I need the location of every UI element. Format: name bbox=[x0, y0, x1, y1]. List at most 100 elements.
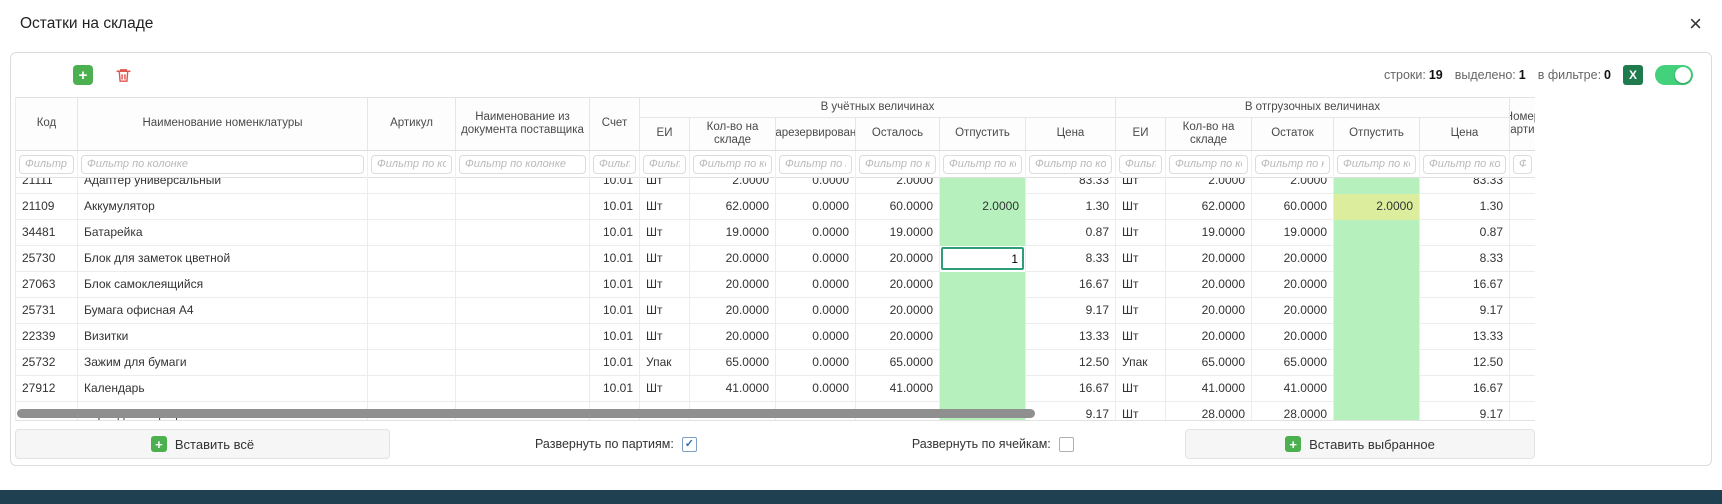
cell-code[interactable]: 34481 bbox=[16, 220, 78, 246]
cell-qty2[interactable]: 2.0000 bbox=[1166, 178, 1252, 194]
cell-qty[interactable]: 2.0000 bbox=[690, 178, 776, 194]
cell-code[interactable]: 25732 bbox=[16, 350, 78, 376]
column-filter-input[interactable] bbox=[693, 155, 772, 174]
cell-price2[interactable]: 83.33 bbox=[1420, 178, 1510, 194]
cell-price2[interactable]: 0.87 bbox=[1420, 220, 1510, 246]
column-header[interactable]: Кол-во на складе bbox=[1166, 118, 1252, 150]
cell-article[interactable] bbox=[368, 376, 456, 402]
cell-reserved[interactable]: 0.0000 bbox=[776, 220, 856, 246]
cell-name[interactable]: Аккумулятор bbox=[78, 194, 368, 220]
cell-supplier_name[interactable] bbox=[456, 220, 590, 246]
cell-unit[interactable]: Шт bbox=[640, 298, 690, 324]
cell-out2[interactable] bbox=[1334, 350, 1420, 376]
filter-toggle[interactable] bbox=[1655, 65, 1693, 85]
cell-batch[interactable] bbox=[1510, 324, 1535, 350]
cell-unit[interactable]: Шт bbox=[640, 194, 690, 220]
cell-left[interactable]: 20.0000 bbox=[856, 324, 940, 350]
cell-left2[interactable]: 60.0000 bbox=[1252, 194, 1334, 220]
cell-out2[interactable] bbox=[1334, 246, 1420, 272]
column-filter-input[interactable] bbox=[1119, 155, 1162, 174]
cell-supplier_name[interactable] bbox=[456, 376, 590, 402]
cell-account[interactable]: 10.01 bbox=[590, 272, 640, 298]
cell-supplier_name[interactable] bbox=[456, 324, 590, 350]
cell-qty2[interactable]: 20.0000 bbox=[1166, 298, 1252, 324]
cell-batch[interactable] bbox=[1510, 350, 1535, 376]
column-filter-input[interactable] bbox=[593, 155, 636, 174]
cell-article[interactable] bbox=[368, 178, 456, 194]
cell-article[interactable] bbox=[368, 220, 456, 246]
cell-name[interactable]: Блок для заметок цветной bbox=[78, 246, 368, 272]
cell-price[interactable]: 9.17 bbox=[1026, 298, 1116, 324]
column-header[interactable]: Отпустить bbox=[1334, 118, 1420, 150]
cell-price2[interactable]: 9.17 bbox=[1420, 298, 1510, 324]
cell-supplier_name[interactable] bbox=[456, 350, 590, 376]
cell-left[interactable]: 20.0000 bbox=[856, 246, 940, 272]
cell-article[interactable] bbox=[368, 324, 456, 350]
column-header[interactable]: Артикул bbox=[368, 98, 456, 150]
cell-reserved[interactable]: 0.0000 bbox=[776, 376, 856, 402]
cell-qty[interactable]: 20.0000 bbox=[690, 246, 776, 272]
cell-left[interactable]: 20.0000 bbox=[856, 298, 940, 324]
column-header[interactable]: Цена bbox=[1420, 118, 1510, 150]
cell-qty[interactable]: 65.0000 bbox=[690, 350, 776, 376]
cell-name[interactable]: Зажим для бумаги bbox=[78, 350, 368, 376]
cell-batch[interactable] bbox=[1510, 246, 1535, 272]
cell-price2[interactable]: 16.67 bbox=[1420, 272, 1510, 298]
cell-out[interactable]: 2.0000 bbox=[940, 194, 1026, 220]
column-filter-input[interactable] bbox=[1513, 155, 1532, 174]
column-filter-input[interactable] bbox=[643, 155, 686, 174]
cell-name[interactable]: Адаптер универсальный bbox=[78, 178, 368, 194]
column-filter-input[interactable] bbox=[1169, 155, 1248, 174]
cell-batch[interactable] bbox=[1510, 298, 1535, 324]
cell-out2[interactable] bbox=[1334, 324, 1420, 350]
cell-qty2[interactable]: 19.0000 bbox=[1166, 220, 1252, 246]
dispatch-qty-input[interactable] bbox=[941, 247, 1024, 270]
close-icon[interactable]: × bbox=[1689, 13, 1702, 35]
cell-unit2[interactable]: Шт bbox=[1116, 178, 1166, 194]
cell-article[interactable] bbox=[368, 246, 456, 272]
cell-left[interactable]: 60.0000 bbox=[856, 194, 940, 220]
cell-supplier_name[interactable] bbox=[456, 246, 590, 272]
cell-article[interactable] bbox=[368, 272, 456, 298]
cell-name[interactable]: Календарь bbox=[78, 376, 368, 402]
cell-reserved[interactable]: 0.0000 bbox=[776, 298, 856, 324]
cell-unit2[interactable]: Шт bbox=[1116, 324, 1166, 350]
cell-unit2[interactable]: Шт bbox=[1116, 376, 1166, 402]
cell-unit2[interactable]: Шт bbox=[1116, 220, 1166, 246]
cell-unit2[interactable]: Шт bbox=[1116, 194, 1166, 220]
cell-unit[interactable]: Шт bbox=[640, 178, 690, 194]
cell-reserved[interactable]: 0.0000 bbox=[776, 178, 856, 194]
column-header[interactable]: Осталось bbox=[856, 118, 940, 150]
cell-reserved[interactable]: 0.0000 bbox=[776, 324, 856, 350]
cell-price[interactable]: 16.67 bbox=[1026, 376, 1116, 402]
cell-out[interactable] bbox=[940, 246, 1026, 272]
column-filter-input[interactable] bbox=[1029, 155, 1112, 174]
cell-qty[interactable]: 20.0000 bbox=[690, 324, 776, 350]
column-header[interactable]: Кол-во на складе bbox=[690, 118, 776, 150]
column-header[interactable]: Счет bbox=[590, 98, 640, 150]
cell-account[interactable]: 10.01 bbox=[590, 350, 640, 376]
cell-batch[interactable] bbox=[1510, 376, 1535, 402]
cell-out[interactable] bbox=[940, 376, 1026, 402]
cell-left2[interactable]: 20.0000 bbox=[1252, 272, 1334, 298]
column-header[interactable]: Остаток bbox=[1252, 118, 1334, 150]
cell-supplier_name[interactable] bbox=[456, 178, 590, 194]
cell-unit[interactable]: Шт bbox=[640, 246, 690, 272]
cell-price2[interactable]: 12.50 bbox=[1420, 350, 1510, 376]
cell-qty[interactable]: 41.0000 bbox=[690, 376, 776, 402]
cell-qty2[interactable]: 65.0000 bbox=[1166, 350, 1252, 376]
cell-code[interactable]: 27912 bbox=[16, 376, 78, 402]
cell-unit[interactable]: Упак bbox=[640, 350, 690, 376]
cell-unit2[interactable]: Шт bbox=[1116, 272, 1166, 298]
cell-out[interactable] bbox=[940, 324, 1026, 350]
cell-left2[interactable]: 19.0000 bbox=[1252, 220, 1334, 246]
export-excel-button[interactable]: X bbox=[1623, 65, 1643, 85]
cell-unit2[interactable]: Шт bbox=[1116, 298, 1166, 324]
cell-qty[interactable]: 20.0000 bbox=[690, 272, 776, 298]
column-header[interactable]: Наименование из документа поставщика bbox=[456, 98, 590, 150]
column-filter-input[interactable] bbox=[943, 155, 1022, 174]
delete-row-button[interactable] bbox=[113, 65, 133, 85]
scrollbar-thumb[interactable] bbox=[17, 409, 1035, 418]
cell-price[interactable]: 83.33 bbox=[1026, 178, 1116, 194]
column-header[interactable]: Номер партии bbox=[1510, 98, 1535, 150]
